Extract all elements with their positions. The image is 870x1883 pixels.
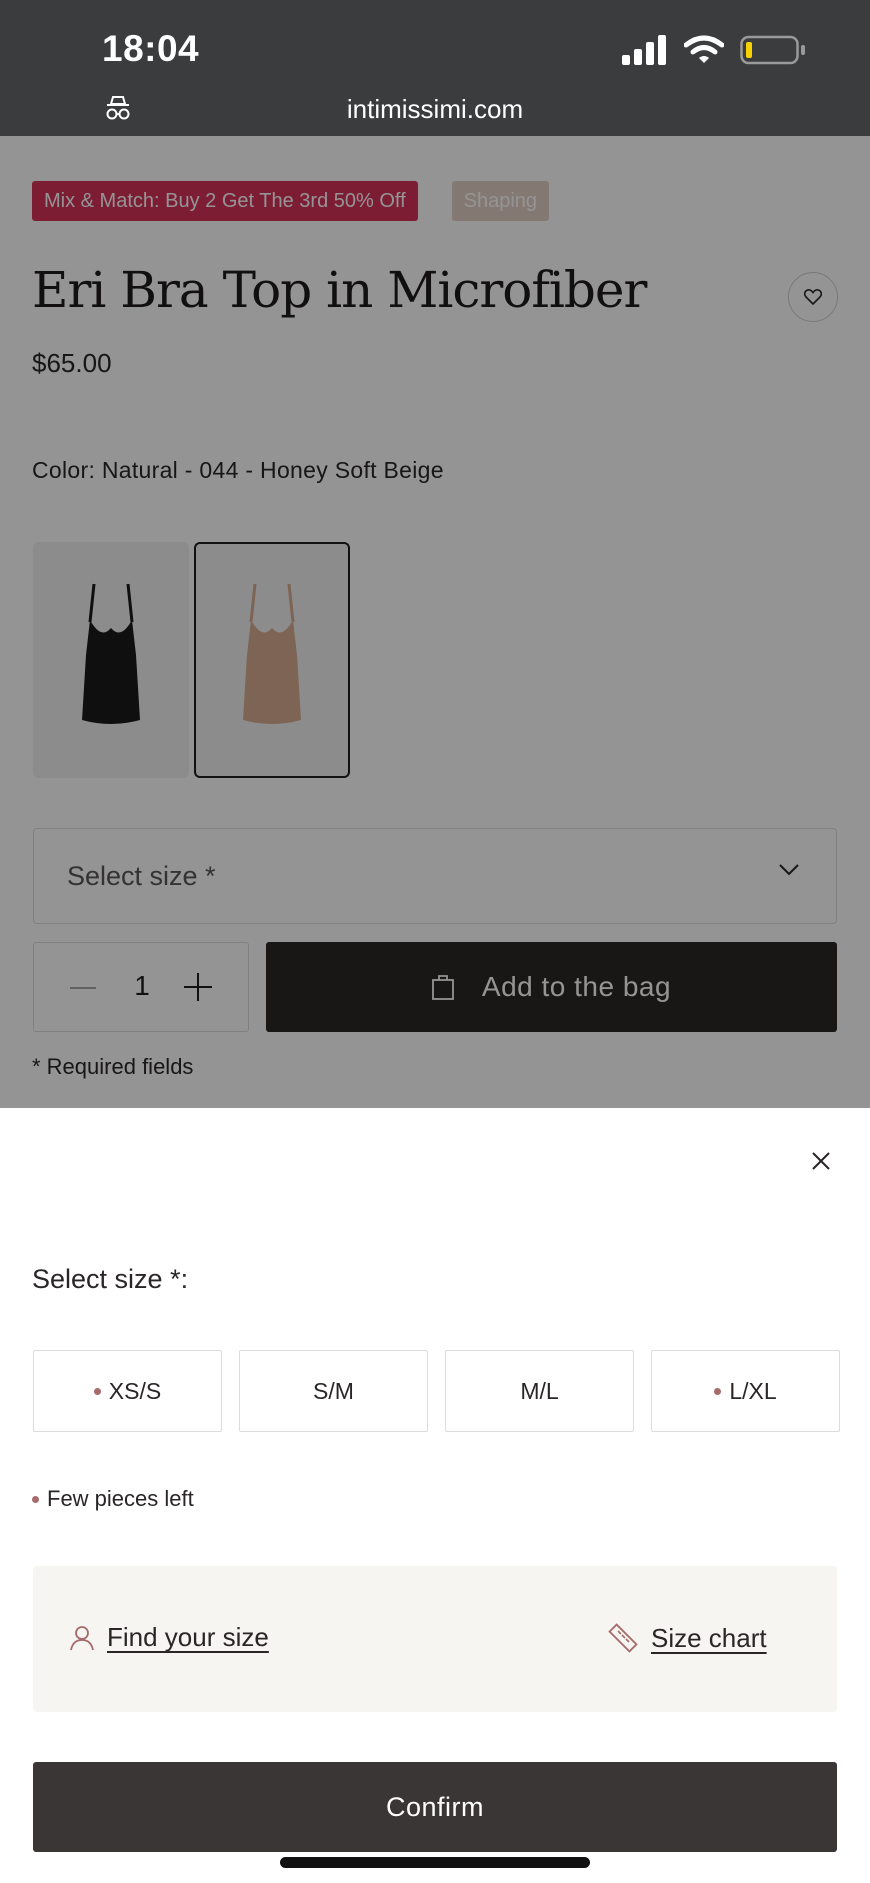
url-bar[interactable]: intimissimi.com [0,86,870,132]
size-label: S/M [313,1377,354,1404]
required-fields-note: * Required fields [32,1054,194,1079]
promo-badge: Mix & Match: Buy 2 Get The 3rd 50% Off [32,181,418,221]
low-stock-dot [32,1495,39,1503]
quantity-stepper: 1 [33,942,249,1032]
cellular-signal-icon [622,35,666,65]
color-swatch-black[interactable] [33,542,189,778]
confirm-button[interactable]: Confirm [33,1762,837,1852]
heart-icon [804,289,822,305]
product-price: $65.00 [32,348,112,378]
ruler-icon [608,1623,638,1653]
size-option-s-m[interactable]: S/M [239,1350,428,1432]
status-time: 18:04 [102,28,200,69]
size-chart-label: Size chart [651,1622,767,1653]
size-option-xs-s[interactable]: XS/S [33,1350,222,1432]
beige-camisole-image [243,583,301,724]
category-badge: Shaping [451,181,550,221]
size-label: M/L [520,1377,559,1404]
battery-icon [740,35,805,65]
selected-color-label: Color: Natural - 044 - Honey Soft Beige [32,457,444,483]
low-stock-legend: Few pieces left [32,1486,194,1512]
home-indicator[interactable] [280,1857,590,1868]
low-stock-dot [714,1387,722,1395]
size-label: L/XL [729,1377,777,1404]
status-icons [622,30,806,70]
black-camisole-image [82,583,140,724]
increase-quantity-button[interactable] [184,973,212,1001]
add-to-bag-label: Add to the bag [481,971,672,1002]
size-selection-sheet: Select size *: XS/S S/M M/L L/XL Few pie… [0,1108,870,1883]
browser-header: 18:04 intimissimi.com [0,0,870,136]
add-to-bag-button[interactable]: Add to the bag [266,942,837,1032]
confirm-label: Confirm [385,1791,484,1822]
color-swatch-beige[interactable] [194,542,350,778]
wishlist-button[interactable] [788,272,838,322]
size-dropdown[interactable]: Select size * [33,828,837,924]
size-option-l-xl[interactable]: L/XL [651,1350,840,1432]
size-options: XS/S S/M M/L L/XL [33,1350,840,1432]
size-help-box: Find your size Size chart [33,1566,837,1712]
sheet-title: Select size *: [32,1264,189,1294]
find-your-size-label: Find your size [107,1622,269,1652]
shopping-bag-icon [432,975,454,1000]
find-your-size-link[interactable]: Find your size [69,1622,269,1653]
product-page: Mix & Match: Buy 2 Get The 3rd 50% Off S… [0,136,870,1108]
size-label: XS/S [108,1377,162,1404]
chevron-down-icon [779,864,799,876]
low-stock-note: Few pieces left [47,1486,194,1511]
low-stock-dot [93,1387,101,1395]
person-icon [70,1625,94,1650]
size-option-m-l[interactable]: M/L [445,1350,634,1432]
quantity-value: 1 [134,970,150,1001]
size-dropdown-label: Select size * [67,861,216,891]
wifi-icon [684,35,724,63]
url-text: intimissimi.com [346,94,524,124]
product-title: Eri Bra Top in Microfiber [32,261,647,319]
close-icon[interactable] [804,1144,838,1178]
size-chart-link[interactable]: Size chart [607,1622,767,1654]
product-badges: Mix & Match: Buy 2 Get The 3rd 50% Off S… [32,181,550,221]
